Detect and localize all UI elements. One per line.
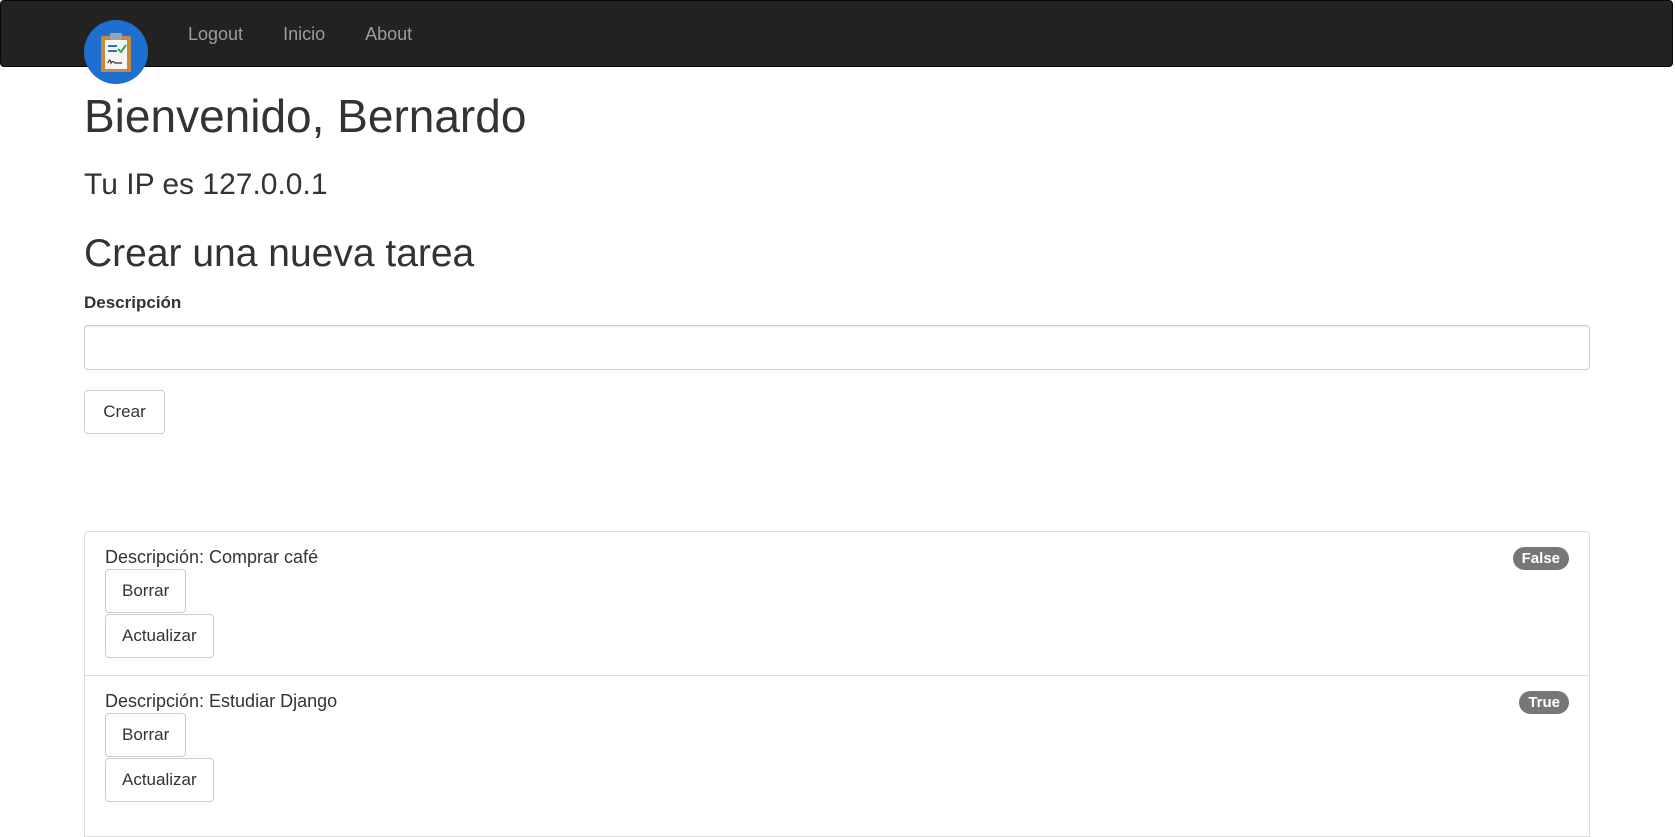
task-description: Descripción: Estudiar Django: [105, 691, 338, 711]
main-content: Bienvenido, Bernardo Tu IP es 127.0.0.1 …: [84, 67, 1590, 435]
task-list: Descripción: Comprar café False Borrar A…: [84, 531, 1590, 837]
status-badge: False: [1512, 547, 1569, 570]
task-description: Descripción: Comprar café: [105, 547, 319, 567]
nav-logout-link[interactable]: Logout: [188, 24, 243, 45]
description-label: Descripción: [84, 293, 182, 313]
update-button[interactable]: Actualizar: [105, 614, 214, 658]
delete-button[interactable]: Borrar: [105, 713, 187, 757]
top-navbar: Logout Inicio About: [0, 0, 1673, 67]
task-item: Descripción: Estudiar Django True Borrar…: [85, 676, 1589, 836]
task-item: Descripción: Comprar café False Borrar A…: [85, 532, 1589, 676]
delete-button[interactable]: Borrar: [105, 569, 187, 613]
create-task-title: Crear una nueva tarea: [84, 231, 475, 275]
nav-links: Logout Inicio About: [188, 1, 452, 68]
create-button[interactable]: Crear: [84, 390, 165, 435]
nav-about-link[interactable]: About: [365, 24, 412, 45]
welcome-heading: Bienvenido, Bernardo: [84, 90, 527, 142]
description-input[interactable]: [84, 325, 1590, 371]
nav-inicio-link[interactable]: Inicio: [283, 24, 325, 45]
update-button[interactable]: Actualizar: [105, 758, 214, 802]
ip-text: Tu IP es 127.0.0.1: [84, 167, 328, 201]
clipboard-check-icon[interactable]: [84, 20, 148, 84]
status-badge: True: [1519, 691, 1569, 714]
